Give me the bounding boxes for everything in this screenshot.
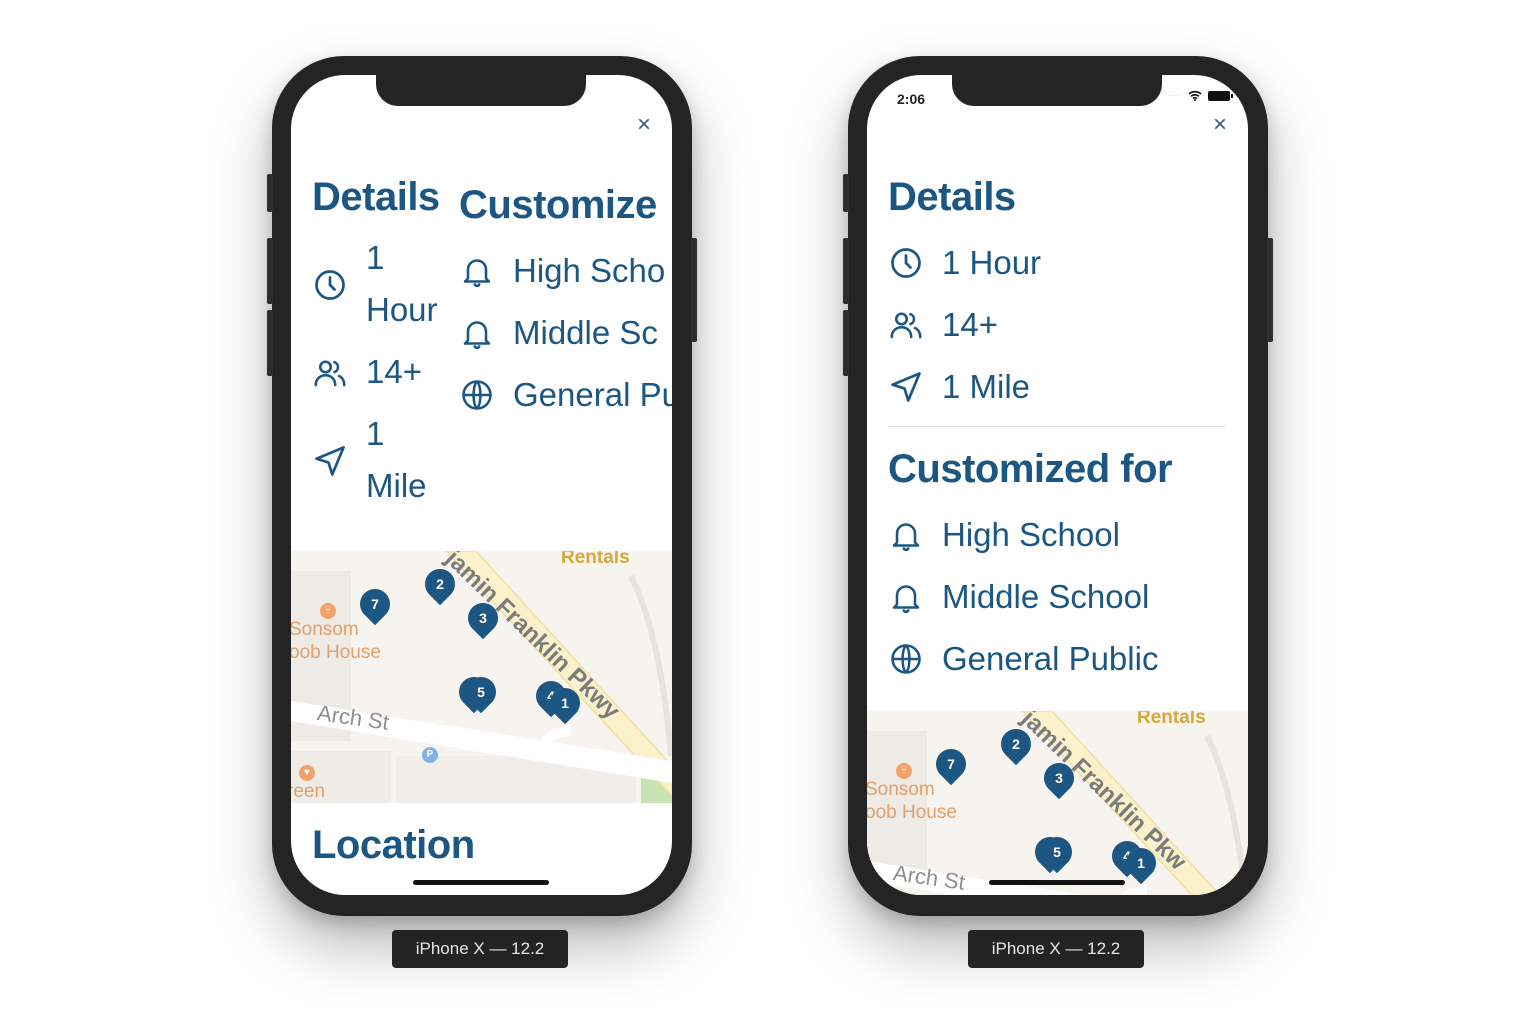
map-view[interactable]: Rentals jamin Franklin Pkw ⑂ Sonsom oob …: [867, 711, 1248, 895]
audience-item: General Public: [888, 628, 1228, 690]
customized-section: Customize High Scho Middle Sc General Pu: [459, 175, 672, 426]
volume-down-button: [843, 310, 849, 376]
map-view[interactable]: Rentals jamin Franklin Pkwy ⑂ Sonsom oob…: [291, 551, 672, 803]
customized-heading: Customize: [459, 183, 657, 227]
home-indicator[interactable]: [413, 880, 549, 885]
detail-duration: 1 Hour: [888, 232, 1228, 294]
map-label-rentals: Rentals: [1137, 711, 1206, 728]
battery-icon: [1208, 90, 1233, 101]
status-time: 2:06: [897, 91, 926, 107]
simulator-device-right: 2:06 ···· × Details 1 Hour 14+ 1 Mile Cu…: [843, 56, 1273, 916]
bell-icon: [459, 315, 495, 351]
simulator-device-left: × Details 1 Hour 14+ 1 Mile Customize High…: [267, 56, 697, 916]
clock-icon: [888, 245, 924, 281]
detail-distance-line2: Mile: [366, 467, 427, 504]
mute-switch: [267, 174, 273, 212]
customized-heading: Customized for: [888, 447, 1173, 491]
audience-label: General Public: [942, 640, 1159, 677]
detail-age-text: 14+: [366, 353, 422, 390]
audience-item: Middle Sc: [459, 302, 672, 364]
map-label-rentals: Rentals: [561, 551, 630, 568]
wifi-icon: [1188, 90, 1202, 101]
globe-icon: [888, 641, 924, 677]
divider: [888, 426, 1226, 427]
audience-item: High Scho: [459, 240, 672, 302]
bell-icon: [888, 517, 924, 553]
detail-distance: 1 Mile: [312, 408, 462, 512]
map-label-poi: Sonsom: [867, 779, 935, 800]
screen: × Details 1 Hour 14+ 1 Mile Customize High…: [291, 75, 672, 895]
volume-up-button: [843, 238, 849, 304]
detail-distance: 1 Mile: [888, 356, 1228, 418]
close-button[interactable]: ×: [634, 113, 654, 137]
audience-label: Middle Sc: [513, 314, 658, 351]
notch: [376, 75, 586, 106]
bell-icon: [888, 579, 924, 615]
detail-duration-line2: Hour: [366, 291, 438, 328]
power-button: [1267, 238, 1273, 342]
screen: 2:06 ···· × Details 1 Hour 14+ 1 Mile Cu…: [867, 75, 1248, 895]
detail-age: 14+: [312, 346, 462, 398]
map-label-poi: Sonsom: [291, 619, 359, 640]
map-pin[interactable]: 3: [1037, 756, 1081, 800]
detail-age: 14+: [888, 294, 1228, 356]
restaurant-icon: ⑂: [320, 603, 336, 619]
people-icon: [312, 354, 348, 390]
details-heading: Details: [312, 175, 440, 219]
volume-up-button: [267, 238, 273, 304]
audience-label: General Pu: [513, 376, 672, 413]
map-pin[interactable]: 7: [929, 742, 973, 786]
content: Details 1 Hour 14+ 1 Mile Customized for…: [888, 175, 1228, 690]
close-button[interactable]: ×: [1210, 113, 1230, 137]
detail-text: 1 Hour: [942, 244, 1042, 281]
clock-icon: [312, 266, 348, 302]
audience-item: Middle School: [888, 566, 1228, 628]
detail-duration: 1 Hour: [312, 232, 462, 336]
map-pin[interactable]: 1: [1119, 841, 1163, 885]
audience-label: High Scho: [513, 252, 666, 289]
map-label-poi: oob House: [867, 802, 957, 823]
location-arrow-icon: [312, 442, 348, 478]
location-arrow-icon: [888, 369, 924, 405]
map-pin[interactable]: 2: [994, 722, 1038, 766]
parking-icon: P: [422, 747, 438, 763]
mute-switch: [843, 174, 849, 212]
notch: [952, 75, 1162, 106]
detail-text: 1 Mile: [942, 368, 1031, 405]
map-pin[interactable]: 5: [459, 670, 503, 714]
map-label-poi: reen: [291, 781, 326, 802]
device-label: iPhone X — 12.2: [392, 930, 568, 968]
power-button: [691, 238, 697, 342]
signal-icon: ····: [1167, 91, 1182, 100]
audience-item: High School: [888, 504, 1228, 566]
audience-label: High School: [942, 516, 1120, 553]
map-pin[interactable]: 1: [543, 681, 587, 725]
people-icon: [888, 307, 924, 343]
detail-duration-line1: 1: [366, 239, 385, 276]
map-pin[interactable]: 7: [353, 582, 397, 626]
cafe-icon: ♥: [299, 765, 315, 781]
volume-down-button: [267, 310, 273, 376]
details-heading: Details: [888, 175, 1016, 219]
map-pin[interactable]: 2: [418, 562, 462, 606]
restaurant-icon: ⑂: [896, 763, 912, 779]
device-label: iPhone X — 12.2: [968, 930, 1144, 968]
detail-text: 14+: [942, 306, 998, 343]
map-label-poi: oob House: [291, 642, 381, 663]
audience-item: General Pu: [459, 364, 672, 426]
bell-icon: [459, 253, 495, 289]
map-pin[interactable]: 5: [1035, 830, 1079, 874]
status-indicators: ····: [1167, 90, 1233, 101]
globe-icon: [459, 377, 495, 413]
details-section: Details 1 Hour 14+ 1 Mile: [312, 175, 462, 522]
home-indicator[interactable]: [989, 880, 1125, 885]
audience-label: Middle School: [942, 578, 1150, 615]
map-pin[interactable]: 3: [461, 596, 505, 640]
detail-distance-line1: 1: [366, 415, 385, 452]
location-heading: Location: [312, 823, 475, 867]
